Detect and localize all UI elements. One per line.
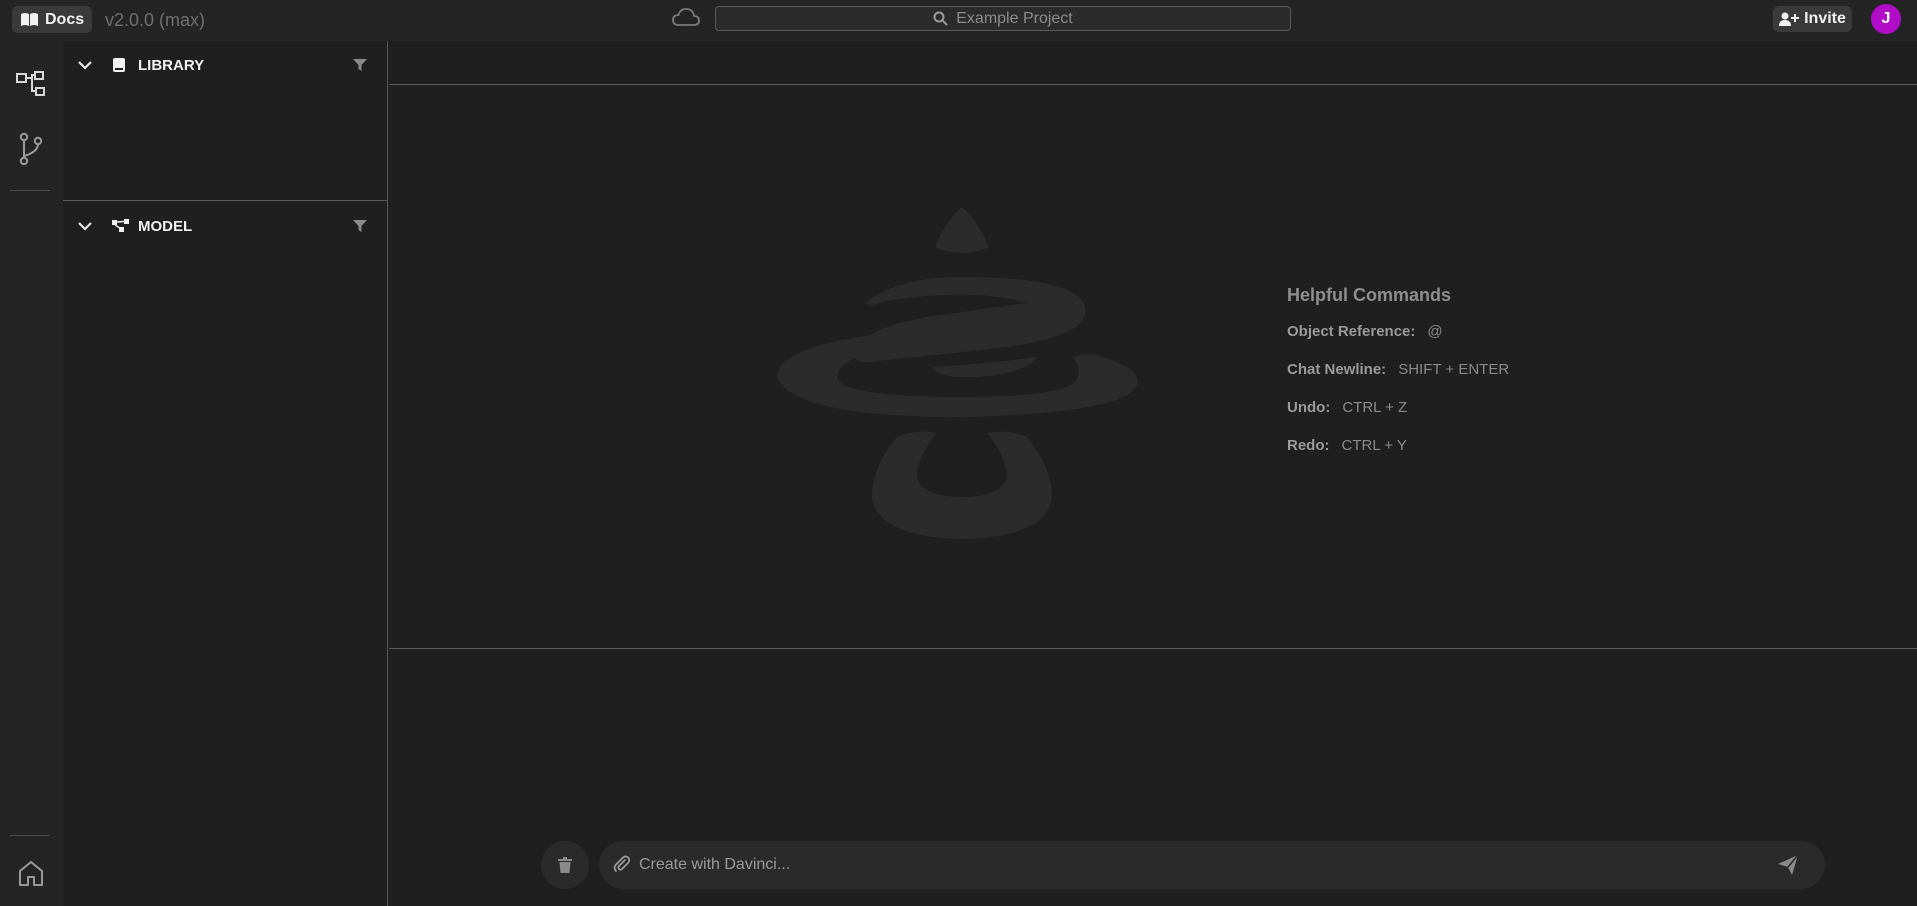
command-row: Undo: CTRL + Z: [1287, 399, 1509, 437]
add-user-icon: [1779, 12, 1800, 26]
chat-input[interactable]: [639, 853, 1739, 877]
chevron-down-icon[interactable]: [77, 59, 93, 71]
command-label: Chat Newline:: [1287, 361, 1387, 378]
docs-label: Docs: [45, 10, 85, 28]
paperclip-icon[interactable]: [613, 855, 631, 873]
model-section-header[interactable]: MODEL: [63, 210, 388, 242]
library-title: LIBRARY: [138, 56, 205, 74]
rail-hierarchy-button[interactable]: [13, 67, 49, 103]
left-rail: [0, 41, 63, 906]
cloud-icon[interactable]: [671, 6, 701, 30]
command-label: Undo:: [1287, 399, 1331, 416]
command-row: Redo: CTRL + Y: [1287, 437, 1509, 475]
main-divider-bottom: [389, 648, 1917, 649]
version-label: v2.0.0 (max): [105, 10, 206, 30]
chat-box: [599, 841, 1825, 889]
avatar-initial: J: [1881, 10, 1891, 27]
trash-icon: [558, 857, 572, 873]
invite-button[interactable]: Invite: [1773, 6, 1852, 32]
hierarchy-icon: [16, 71, 45, 96]
rail-home-button[interactable]: [13, 855, 49, 891]
model-title: MODEL: [138, 217, 193, 235]
invite-label: Invite: [1804, 10, 1846, 27]
branch-icon: [19, 132, 43, 166]
search-placeholder: Example Project: [956, 9, 1073, 27]
chevron-down-icon[interactable]: [77, 220, 93, 232]
docs-button[interactable]: Docs: [12, 6, 93, 33]
command-row: Chat Newline: SHIFT + ENTER: [1287, 361, 1509, 399]
home-icon: [19, 861, 43, 886]
user-avatar[interactable]: J: [1871, 4, 1901, 34]
rail-divider: [10, 190, 50, 191]
filter-icon[interactable]: [352, 58, 368, 72]
model-graph-icon: [112, 219, 129, 232]
helpful-commands: Helpful Commands Object Reference: @ Chat…: [1287, 285, 1509, 475]
command-row: Object Reference: @: [1287, 323, 1509, 361]
command-value: CTRL + Z: [1342, 399, 1408, 416]
command-label: Redo:: [1287, 437, 1330, 454]
clear-chat-button[interactable]: [541, 841, 589, 889]
search-icon: [933, 11, 948, 26]
rail-branch-button[interactable]: [13, 131, 49, 167]
main-area: Helpful Commands Object Reference: @ Chat…: [389, 41, 1917, 906]
filter-icon[interactable]: [352, 219, 368, 233]
explorer-panel: LIBRARY MODEL: [63, 41, 388, 906]
panel-divider: [63, 200, 388, 201]
command-value: @: [1427, 323, 1443, 340]
top-bar: Docs v2.0.0 (max) Example Project Invite…: [0, 0, 1917, 41]
rail-divider: [10, 835, 50, 836]
main-divider-top: [389, 84, 1917, 85]
davinci-logo-icon: [777, 207, 1138, 539]
book-open-icon: [21, 13, 38, 26]
project-search[interactable]: Example Project: [715, 6, 1291, 31]
command-label: Object Reference:: [1287, 323, 1416, 340]
send-icon[interactable]: [1777, 854, 1799, 876]
library-section-header[interactable]: LIBRARY: [63, 49, 388, 81]
command-value: CTRL + Y: [1341, 437, 1407, 454]
command-value: SHIFT + ENTER: [1398, 361, 1510, 378]
commands-title: Helpful Commands: [1287, 285, 1452, 305]
book-icon: [113, 58, 125, 72]
